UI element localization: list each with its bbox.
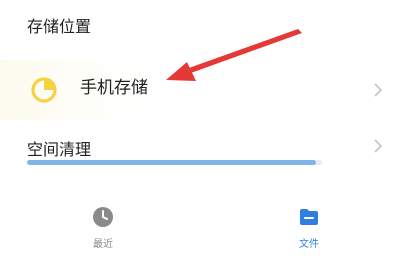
nav-files-label: 文件 bbox=[299, 239, 319, 250]
annotation-arrow-icon bbox=[166, 29, 302, 81]
space-cleanup-label: 空间清理 bbox=[27, 140, 92, 159]
storage-usage-fill bbox=[27, 160, 317, 165]
pie-chart-icon bbox=[31, 77, 57, 103]
phone-storage-row[interactable]: 手机存储 bbox=[0, 60, 412, 120]
nav-recent-tab[interactable]: 最近 bbox=[73, 206, 133, 250]
section-title: 存储位置 bbox=[27, 17, 92, 36]
phone-storage-label: 手机存储 bbox=[80, 78, 148, 98]
folder-icon bbox=[300, 209, 318, 225]
nav-recent-label: 最近 bbox=[93, 239, 113, 250]
storage-usage-bar bbox=[27, 160, 322, 165]
nav-files-tab[interactable]: 文件 bbox=[279, 206, 339, 250]
chevron-right-icon bbox=[374, 139, 383, 153]
clock-icon bbox=[93, 207, 113, 227]
chevron-right-icon bbox=[374, 83, 383, 97]
